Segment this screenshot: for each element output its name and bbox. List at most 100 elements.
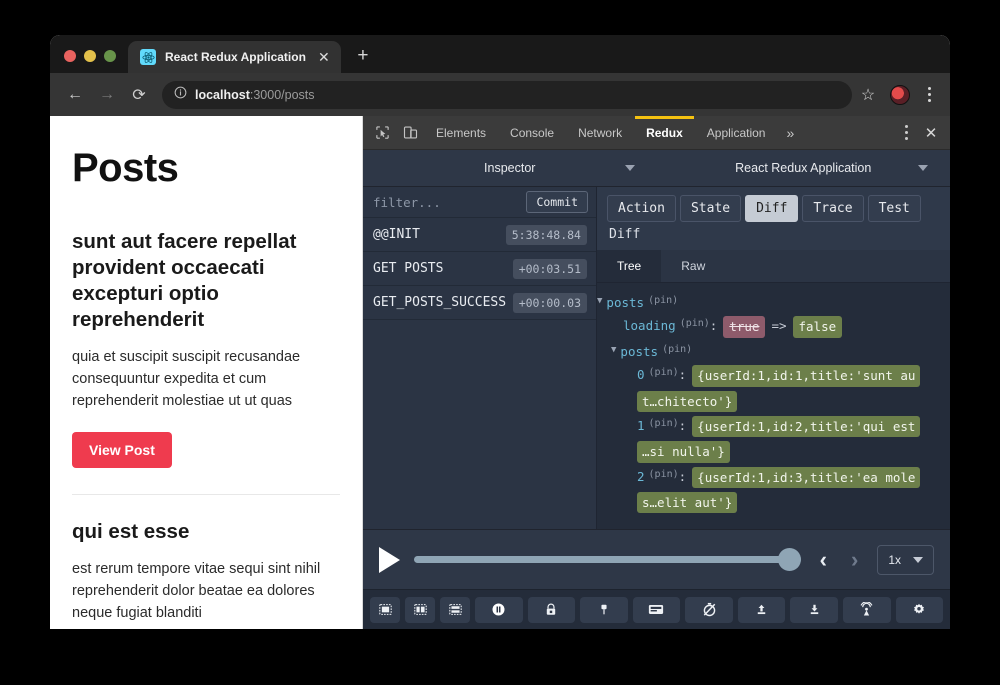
browser-menu-icon[interactable] xyxy=(918,82,940,108)
tab-state[interactable]: State xyxy=(679,195,742,222)
tab-raw[interactable]: Raw xyxy=(661,250,725,282)
page-title: Posts xyxy=(72,146,179,190)
pin-label[interactable]: (pin) xyxy=(649,467,679,483)
dispatcher-icon[interactable] xyxy=(632,596,681,623)
browser-tab[interactable]: React Redux Application ✕ xyxy=(128,41,341,73)
post-divider xyxy=(72,494,340,496)
playback-speed-select[interactable]: 1x xyxy=(877,544,934,575)
tree-node-posts[interactable]: ▼ posts (pin) xyxy=(597,340,950,363)
tab-tree[interactable]: Tree xyxy=(597,250,662,282)
pin-label[interactable]: (pin) xyxy=(649,365,679,381)
tab-console[interactable]: Console xyxy=(499,116,565,150)
pin-label[interactable]: (pin) xyxy=(680,316,710,332)
pin-label[interactable]: (pin) xyxy=(662,342,692,358)
step-forward-button[interactable]: › xyxy=(846,548,863,571)
pin-label[interactable]: (pin) xyxy=(648,293,678,309)
bookmark-star-icon[interactable]: ☆ xyxy=(854,81,882,109)
reload-icon[interactable]: ⟳ xyxy=(124,80,154,110)
action-timestamp: 5:38:48.84 xyxy=(505,224,587,245)
chevron-down-icon[interactable]: ▼ xyxy=(597,293,602,310)
tab-network[interactable]: Network xyxy=(567,116,633,150)
inspector-header: Action State Diff Trace Test Diff xyxy=(597,187,950,250)
more-tabs-icon[interactable]: » xyxy=(778,125,802,141)
section-label: Diff xyxy=(609,227,641,242)
window-content: Posts sunt aut facere repellat provident… xyxy=(50,116,950,629)
avatar[interactable] xyxy=(890,84,910,105)
inspector-monitor-icon[interactable] xyxy=(405,596,435,623)
diff-new-value: {userId:1,id:2,title:'qui est xyxy=(692,415,921,438)
tree-node-root[interactable]: ▼ posts (pin) xyxy=(597,291,950,314)
address-bar[interactable]: localhost:3000/posts xyxy=(162,80,852,109)
action-timestamp: +00:03.51 xyxy=(512,258,587,279)
slider-track[interactable] xyxy=(414,556,801,563)
tree-node-item-wrap: s…elit aut'} xyxy=(597,490,950,515)
url-path: :3000/posts xyxy=(249,87,315,102)
redux-body: filter... Commit @@INIT 5:38:48.84 GET P… xyxy=(363,187,950,529)
slider-thumb[interactable] xyxy=(777,548,801,571)
export-state-icon[interactable] xyxy=(790,596,838,623)
forward-icon[interactable]: → xyxy=(92,80,122,110)
log-monitor-icon[interactable] xyxy=(370,596,400,623)
device-toolbar-icon[interactable] xyxy=(397,120,423,146)
devtools-toolbar: Elements Console Network Redux Applicati… xyxy=(363,116,950,150)
inspect-element-icon[interactable] xyxy=(369,120,395,146)
close-window-button[interactable] xyxy=(64,50,76,62)
tree-node-item: 2 (pin) : {userId:1,id:3,title:'ea mole xyxy=(597,465,950,490)
playback-speed-value: 1x xyxy=(888,552,901,567)
diff-arrow: => xyxy=(771,318,787,334)
lock-changes-icon[interactable] xyxy=(527,596,576,623)
tab-title: React Redux Application xyxy=(165,50,306,64)
diff-new-value-cont: t…chitecto'} xyxy=(637,390,738,412)
tab-diff[interactable]: Diff xyxy=(745,195,799,222)
tab-test[interactable]: Test xyxy=(867,195,921,222)
diff-new-value: false xyxy=(792,316,843,338)
post-title: sunt aut facere repellat provident occae… xyxy=(72,230,297,332)
tab-action[interactable]: Action xyxy=(607,195,676,222)
pin-label[interactable]: (pin) xyxy=(649,416,679,432)
monitor-select[interactable]: Inspector xyxy=(363,150,657,186)
view-post-button[interactable]: View Post xyxy=(72,432,172,469)
filter-row: filter... Commit xyxy=(363,187,596,218)
close-devtools-icon[interactable]: ✕ xyxy=(918,120,944,146)
tab-elements[interactable]: Elements xyxy=(425,116,497,150)
action-list-item[interactable]: GET_POSTS_SUCCESS +00:00.03 xyxy=(363,286,596,320)
action-name: @@INIT xyxy=(373,227,420,242)
tab-application[interactable]: Application xyxy=(696,116,777,150)
new-tab-button[interactable]: + xyxy=(349,42,377,70)
import-state-icon[interactable] xyxy=(737,596,786,623)
instance-select[interactable]: React Redux Application xyxy=(657,150,951,186)
chart-monitor-icon[interactable] xyxy=(440,596,470,623)
action-list-item[interactable]: GET POSTS +00:03.51 xyxy=(363,252,596,286)
chevron-down-icon xyxy=(624,165,635,171)
persist-state-icon[interactable] xyxy=(580,596,628,623)
slow-motion-icon[interactable] xyxy=(685,596,733,623)
inspector-tab-bar: Action State Diff Trace Test xyxy=(597,195,950,222)
post-title: qui est esse xyxy=(72,520,190,544)
step-back-button[interactable]: ‹ xyxy=(815,548,832,571)
tree-node-item: 0 (pin) : {userId:1,id:1,title:'sunt au xyxy=(597,363,950,388)
filter-input[interactable]: filter... xyxy=(373,195,441,210)
tree-node-loading: loading (pin) : true => false xyxy=(597,314,950,339)
devtools-menu-icon[interactable] xyxy=(896,120,916,146)
chevron-down-icon xyxy=(918,165,928,171)
chevron-down-icon[interactable]: ▼ xyxy=(611,342,616,359)
action-list-item[interactable]: @@INIT 5:38:48.84 xyxy=(363,218,596,252)
remote-monitoring-icon[interactable] xyxy=(842,596,891,623)
timeline-slider[interactable] xyxy=(414,548,801,571)
minimize-window-button[interactable] xyxy=(84,50,96,62)
commit-button[interactable]: Commit xyxy=(526,191,588,213)
back-icon[interactable]: ← xyxy=(60,80,90,110)
instance-select-value: React Redux Application xyxy=(735,161,872,175)
diff-new-value-cont: s…elit aut'} xyxy=(637,492,738,514)
react-favicon-icon xyxy=(140,49,156,65)
site-info-icon[interactable] xyxy=(174,86,187,104)
post-item: sunt aut facere repellat provident occae… xyxy=(72,229,340,469)
close-icon[interactable]: ✕ xyxy=(315,48,333,66)
tab-trace[interactable]: Trace xyxy=(802,195,864,222)
play-icon[interactable] xyxy=(379,546,400,573)
tab-redux[interactable]: Redux xyxy=(635,116,694,150)
maximize-window-button[interactable] xyxy=(104,50,116,62)
settings-icon[interactable] xyxy=(895,596,944,623)
pause-recording-icon[interactable] xyxy=(475,596,523,623)
devtools-panel: Elements Console Network Redux Applicati… xyxy=(363,116,950,629)
